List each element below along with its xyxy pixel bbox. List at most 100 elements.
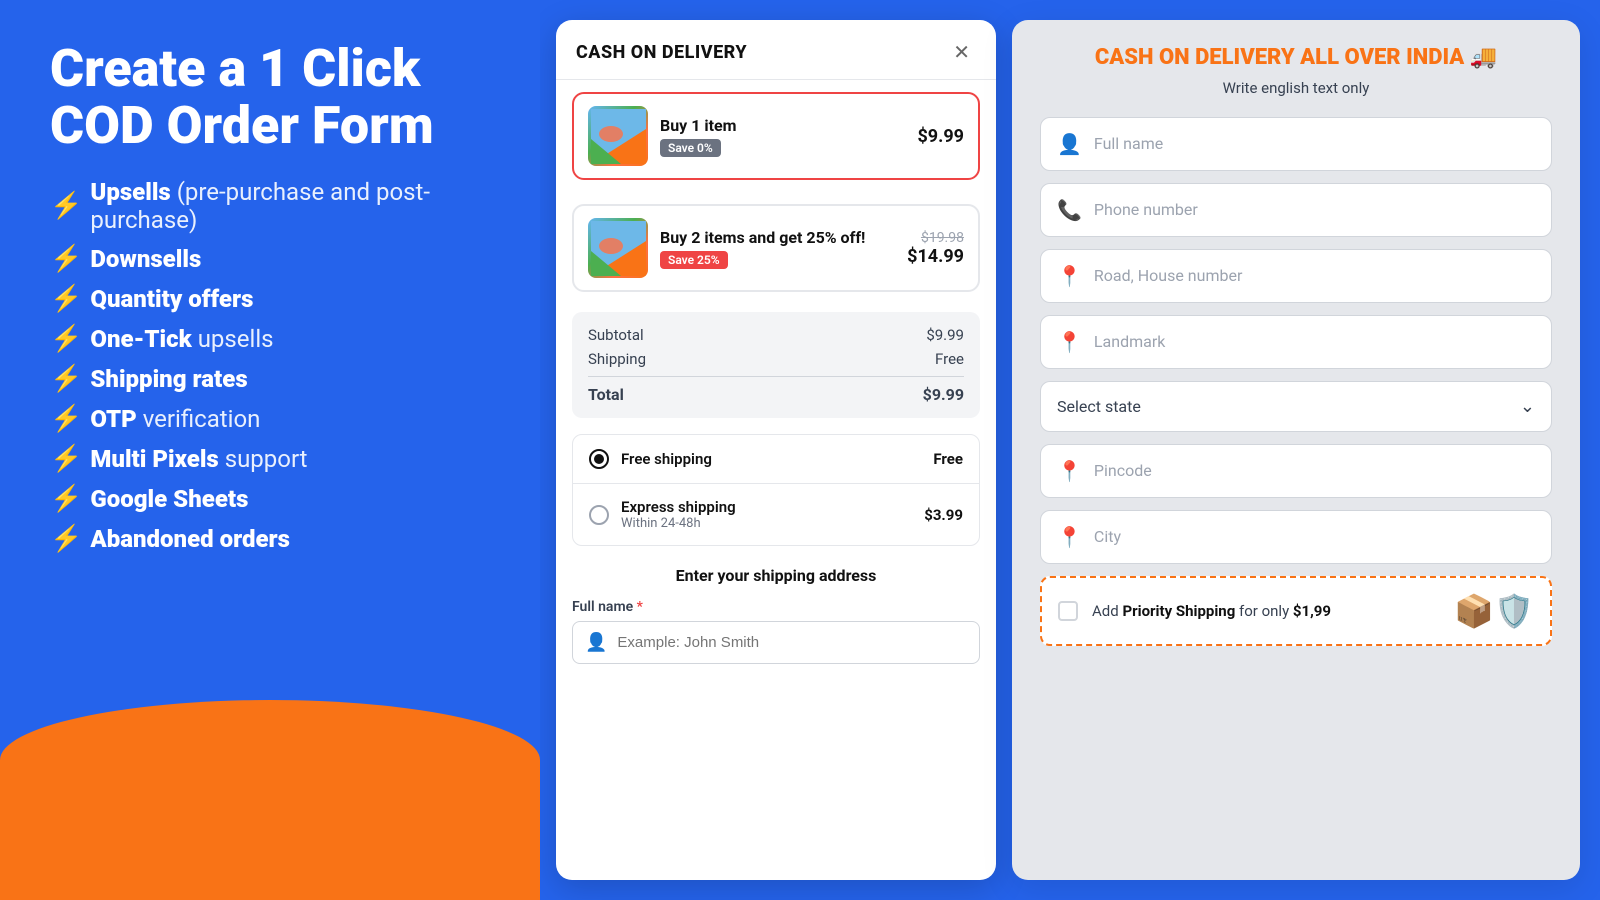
- feature-downsells: ⚡ Downsells: [50, 244, 500, 274]
- right-landmark-field[interactable]: 📍 Landmark: [1040, 315, 1552, 369]
- full-name-label: Full name *: [572, 599, 980, 615]
- feature-label: Upsells (pre-purchase and post-purchase): [90, 178, 500, 234]
- feature-onetick: ⚡ One-Tick upsells: [50, 324, 500, 354]
- bolt-icon: ⚡: [50, 191, 82, 221]
- bolt-icon: ⚡: [50, 484, 82, 514]
- feature-label: Downsells: [90, 245, 201, 273]
- priority-shipping-box[interactable]: Add Priority Shipping for only $1,99 📦🛡️: [1040, 576, 1552, 646]
- feature-list: ⚡ Upsells (pre-purchase and post-purchas…: [50, 178, 500, 554]
- feature-upsells: ⚡ Upsells (pre-purchase and post-purchas…: [50, 178, 500, 234]
- bolt-icon: ⚡: [50, 524, 82, 554]
- shipping-value: Free: [935, 350, 964, 368]
- product-card-1[interactable]: Buy 1 item Save 0% $9.99: [572, 92, 980, 180]
- shipping-express-info: Express shipping Within 24-48h: [621, 498, 912, 531]
- product-price-2: $19.98 $14.99: [907, 230, 964, 267]
- feature-label: Multi Pixels support: [90, 445, 307, 473]
- person-icon: 👤: [585, 632, 607, 653]
- left-panel: Create a 1 Click COD Order Form ⚡ Upsell…: [0, 0, 540, 900]
- radio-free[interactable]: [589, 449, 609, 469]
- shipping-express-sub: Within 24-48h: [621, 516, 912, 531]
- close-button[interactable]: ✕: [947, 38, 976, 67]
- feature-label: Shipping rates: [90, 365, 247, 393]
- main-title: Create a 1 Click COD Order Form: [50, 40, 500, 154]
- price-original-2: $19.98: [907, 230, 964, 246]
- cod-india-title: CASH ON DELIVERY ALL OVER INDIA 🚚: [1040, 44, 1552, 73]
- radio-express[interactable]: [589, 505, 609, 525]
- shipping-free-name: Free shipping: [621, 450, 921, 468]
- feature-shipping-rates: ⚡ Shipping rates: [50, 364, 500, 394]
- feature-google-sheets: ⚡ Google Sheets: [50, 484, 500, 514]
- full-name-input-row[interactable]: 👤: [572, 621, 980, 664]
- shipping-option-free[interactable]: Free shipping Free: [573, 435, 979, 484]
- total-row: Total $9.99: [588, 376, 964, 404]
- shipping-option-express[interactable]: Express shipping Within 24-48h $3.99: [573, 484, 979, 545]
- chevron-down-icon: ⌄: [1520, 396, 1535, 417]
- modal-header: CASH ON DELIVERY ✕: [556, 20, 996, 80]
- shipping-options: Free shipping Free Express shipping With…: [572, 434, 980, 546]
- feature-abandoned: ⚡ Abandoned orders: [50, 524, 500, 554]
- product-info-1: Buy 1 item Save 0%: [660, 116, 905, 157]
- feature-otp: ⚡ OTP verification: [50, 404, 500, 434]
- subtotal-value: $9.99: [926, 326, 964, 344]
- feature-multipixels: ⚡ Multi Pixels support: [50, 444, 500, 474]
- priority-text: Add Priority Shipping for only $1,99: [1092, 602, 1440, 620]
- feature-label: Abandoned orders: [90, 525, 290, 553]
- right-fullname-field[interactable]: 👤 Full name: [1040, 117, 1552, 171]
- right-phone-placeholder: Phone number: [1094, 200, 1535, 219]
- price-final-1: $9.99: [917, 126, 964, 147]
- total-label: Total: [588, 385, 624, 404]
- right-road-placeholder: Road, House number: [1094, 266, 1535, 285]
- phone-icon: 📞: [1057, 198, 1082, 222]
- order-summary: Subtotal $9.99 Shipping Free Total $9.99: [572, 312, 980, 418]
- product-price-1: $9.99: [917, 126, 964, 147]
- shipping-express-name: Express shipping: [621, 498, 912, 516]
- full-name-input[interactable]: [617, 634, 967, 651]
- state-select-label: Select state: [1057, 397, 1508, 416]
- product-image-2: [588, 218, 648, 278]
- state-select[interactable]: Select state ⌄: [1040, 381, 1552, 432]
- right-panel: CASH ON DELIVERY ALL OVER INDIA 🚚 Write …: [1012, 20, 1580, 880]
- shipping-label: Shipping: [588, 350, 646, 368]
- shipping-express-price: $3.99: [924, 506, 963, 524]
- shipping-free-price: Free: [933, 450, 963, 468]
- feature-quantity: ⚡ Quantity offers: [50, 284, 500, 314]
- right-road-field[interactable]: 📍 Road, House number: [1040, 249, 1552, 303]
- address-title: Enter your shipping address: [572, 566, 980, 585]
- location-icon: 📍: [1057, 264, 1082, 288]
- right-pincode-placeholder: Pincode: [1094, 461, 1535, 480]
- right-phone-field[interactable]: 📞 Phone number: [1040, 183, 1552, 237]
- cod-subtitle: Write english text only: [1040, 79, 1552, 97]
- subtotal-row: Subtotal $9.99: [588, 326, 964, 344]
- location-icon: 📍: [1057, 330, 1082, 354]
- product-image-1: [588, 106, 648, 166]
- price-final-2: $14.99: [907, 246, 964, 267]
- feature-label: Quantity offers: [90, 285, 253, 313]
- bolt-icon: ⚡: [50, 284, 82, 314]
- right-city-field[interactable]: 📍 City: [1040, 510, 1552, 564]
- feature-label: OTP verification: [90, 405, 260, 433]
- location-icon: 📍: [1057, 525, 1082, 549]
- right-city-placeholder: City: [1094, 527, 1535, 546]
- bolt-icon: ⚡: [50, 364, 82, 394]
- feature-label: One-Tick upsells: [90, 325, 273, 353]
- modal-title: CASH ON DELIVERY: [576, 42, 747, 63]
- bolt-icon: ⚡: [50, 404, 82, 434]
- address-form: Enter your shipping address Full name * …: [556, 554, 996, 676]
- bolt-icon: ⚡: [50, 324, 82, 354]
- right-landmark-placeholder: Landmark: [1094, 332, 1535, 351]
- priority-checkbox[interactable]: [1058, 601, 1078, 621]
- location-icon: 📍: [1057, 459, 1082, 483]
- cod-modal: CASH ON DELIVERY ✕ Buy 1 item Save 0% $9…: [556, 20, 996, 880]
- product-card-2[interactable]: Buy 2 items and get 25% off! Save 25% $1…: [572, 204, 980, 292]
- bolt-icon: ⚡: [50, 244, 82, 274]
- save-badge-1: Save 0%: [660, 139, 721, 157]
- save-badge-2: Save 25%: [660, 251, 728, 269]
- shipping-row: Shipping Free: [588, 350, 964, 368]
- feature-label: Google Sheets: [90, 485, 248, 513]
- product-name-1: Buy 1 item: [660, 116, 905, 135]
- shipping-free-info: Free shipping: [621, 450, 921, 468]
- person-icon: 👤: [1057, 132, 1082, 156]
- total-value: $9.99: [923, 385, 964, 404]
- right-fullname-placeholder: Full name: [1094, 134, 1535, 153]
- right-pincode-field[interactable]: 📍 Pincode: [1040, 444, 1552, 498]
